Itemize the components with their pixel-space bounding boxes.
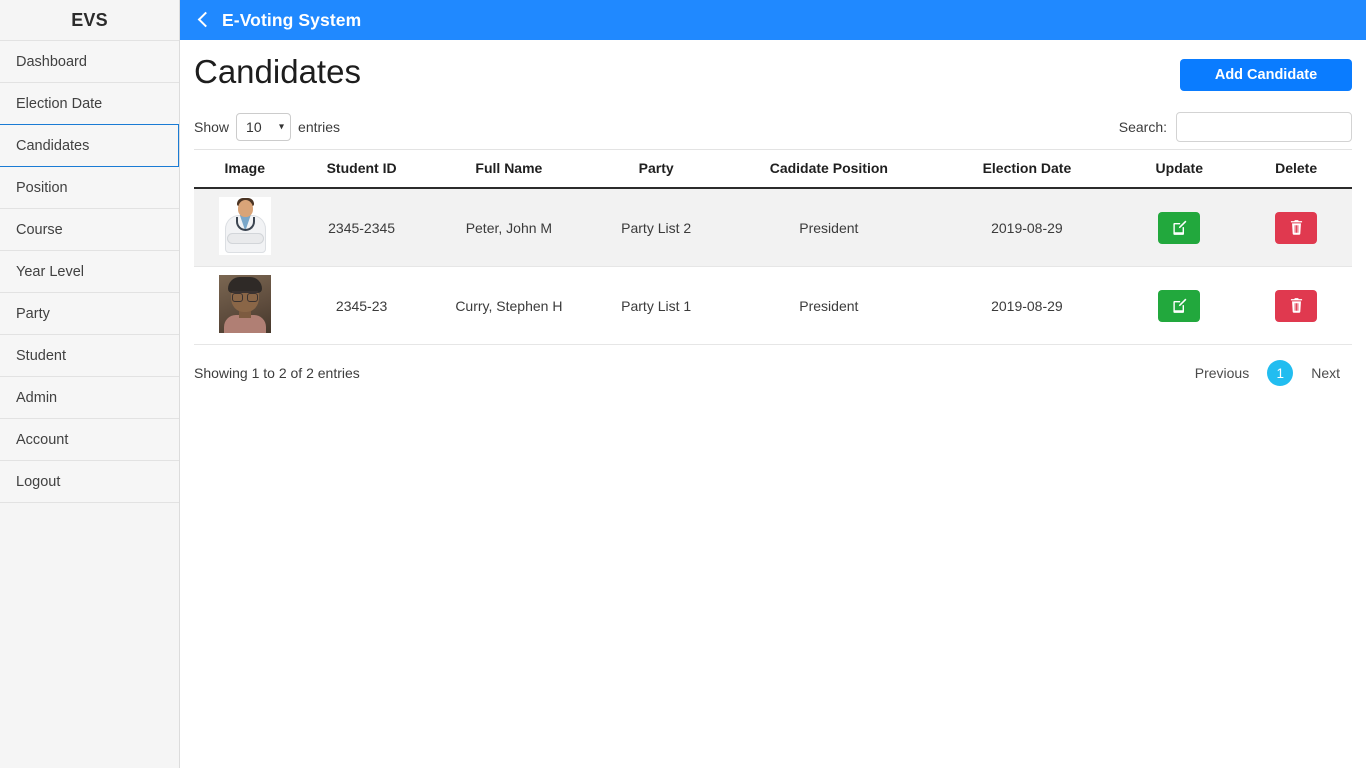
add-candidate-button[interactable]: Add Candidate bbox=[1180, 59, 1352, 91]
sidebar-nav: Dashboard Election Date Candidates Position… bbox=[0, 40, 179, 503]
table-controls: Show 102550100 entries Search: bbox=[194, 109, 1352, 145]
cell-delete bbox=[1240, 188, 1352, 267]
trash-icon bbox=[1290, 298, 1303, 313]
table-body: 2345-2345 Peter, John M Party List 2 Presid… bbox=[194, 188, 1352, 345]
sidebar-item-position[interactable]: Position bbox=[0, 166, 179, 209]
table-header-cell[interactable]: Image bbox=[194, 149, 296, 189]
pagination-page-1[interactable]: 1 bbox=[1267, 360, 1294, 386]
cell-party: Party List 1 bbox=[590, 266, 723, 345]
entries-length-control: Show 102550100 entries bbox=[194, 113, 340, 141]
edit-pencil-square-icon bbox=[1172, 298, 1187, 313]
table-header-cell[interactable]: Update bbox=[1118, 149, 1241, 189]
table-header-cell[interactable]: Delete bbox=[1240, 149, 1352, 189]
search-control: Search: bbox=[1119, 112, 1352, 142]
table-row: 2345-23 Curry, Stephen H Party List 1 Presi… bbox=[194, 266, 1352, 345]
sidebar-item-election-date[interactable]: Election Date bbox=[0, 82, 179, 125]
table-header-cell[interactable]: Student ID bbox=[295, 149, 428, 189]
delete-button[interactable] bbox=[1275, 289, 1318, 322]
app-root: EVS Dashboard Election Date Candidates Posi… bbox=[0, 0, 1366, 768]
sidebar-item-label: Student bbox=[16, 347, 66, 364]
pagination-previous[interactable]: Previous bbox=[1183, 360, 1261, 386]
table-header-cell[interactable]: Election Date bbox=[935, 149, 1119, 189]
table-header-cell[interactable]: Full Name bbox=[427, 149, 591, 189]
search-label: Search: bbox=[1118, 119, 1167, 135]
chevron-left-icon[interactable] bbox=[194, 11, 212, 29]
entries-label: entries bbox=[298, 119, 341, 135]
table-header-cell[interactable]: Cadidate Position bbox=[722, 149, 936, 189]
entries-select[interactable]: 102550100 bbox=[236, 113, 292, 141]
topbar-title: E-Voting System bbox=[222, 9, 362, 30]
entries-select-wrapper: 102550100 bbox=[236, 113, 292, 141]
sidebar-item-label: Candidates bbox=[16, 137, 90, 154]
sidebar-item-label: Logout bbox=[16, 473, 61, 490]
cell-delete bbox=[1240, 266, 1352, 345]
cell-image bbox=[194, 266, 296, 345]
cell-position: President bbox=[722, 188, 936, 267]
cell-full-name: Curry, Stephen H bbox=[427, 266, 591, 345]
update-button[interactable] bbox=[1158, 211, 1201, 244]
sidebar-item-dashboard[interactable]: Dashboard bbox=[0, 40, 179, 83]
sidebar-item-label: Dashboard bbox=[16, 53, 87, 70]
sidebar-item-party[interactable]: Party bbox=[0, 292, 179, 335]
sidebar-item-logout[interactable]: Logout bbox=[0, 460, 179, 503]
sidebar-item-admin[interactable]: Admin bbox=[0, 376, 179, 419]
sidebar-item-label: Position bbox=[16, 179, 68, 196]
table-header-cell[interactable]: Party bbox=[590, 149, 723, 189]
table-footer: Showing 1 to 2 of 2 entries Previous 1 N… bbox=[194, 358, 1352, 388]
table-header-row: Image Student ID Full Name Party Cadidate Po… bbox=[194, 149, 1352, 189]
cell-student-id: 2345-2345 bbox=[295, 188, 428, 267]
cell-full-name: Peter, John M bbox=[427, 188, 591, 267]
candidate-photo-doctor bbox=[218, 197, 271, 255]
sidebar-item-label: Course bbox=[16, 221, 63, 238]
sidebar-item-label: Year Level bbox=[16, 263, 84, 280]
sidebar-item-candidates[interactable]: Candidates bbox=[0, 124, 179, 167]
table-info: Showing 1 to 2 of 2 entries bbox=[194, 365, 360, 381]
sidebar-item-label: Account bbox=[16, 431, 69, 448]
table-head: Image Student ID Full Name Party Cadidate Po… bbox=[194, 149, 1352, 189]
pagination-next[interactable]: Next bbox=[1299, 360, 1352, 386]
show-label: Show bbox=[194, 119, 230, 135]
sidebar-item-account[interactable]: Account bbox=[0, 418, 179, 461]
update-button[interactable] bbox=[1158, 289, 1201, 322]
sidebar-item-label: Admin bbox=[16, 389, 58, 406]
cell-position: President bbox=[722, 266, 936, 345]
search-input[interactable] bbox=[1176, 112, 1352, 142]
candidate-photo-elderly-woman bbox=[218, 275, 271, 333]
sidebar-item-label: Party bbox=[16, 305, 50, 322]
table-row: 2345-2345 Peter, John M Party List 2 Presid… bbox=[194, 188, 1352, 267]
delete-button[interactable] bbox=[1275, 211, 1318, 244]
main-content: Candidates Add Candidate Show 102550100 … bbox=[180, 40, 1366, 768]
edit-pencil-square-icon bbox=[1172, 220, 1187, 235]
sidebar-item-label: Election Date bbox=[16, 95, 103, 112]
cell-update bbox=[1118, 188, 1241, 267]
page-header: Candidates Add Candidate bbox=[194, 52, 1352, 98]
sidebar-item-year-level[interactable]: Year Level bbox=[0, 250, 179, 293]
candidates-table: Image Student ID Full Name Party Cadidate Po… bbox=[194, 149, 1352, 345]
topbar: E-Voting System bbox=[180, 0, 1366, 40]
sidebar-item-course[interactable]: Course bbox=[0, 208, 179, 251]
trash-icon bbox=[1290, 220, 1303, 235]
cell-image bbox=[194, 188, 296, 267]
cell-update bbox=[1118, 266, 1241, 345]
page-title: Candidates bbox=[194, 53, 361, 90]
cell-election-date: 2019-08-29 bbox=[935, 188, 1119, 267]
cell-student-id: 2345-23 bbox=[295, 266, 428, 345]
sidebar-item-student[interactable]: Student bbox=[0, 334, 179, 377]
pagination: Previous 1 Next bbox=[1183, 360, 1352, 386]
app-brand: EVS bbox=[71, 9, 108, 30]
cell-party: Party List 2 bbox=[590, 188, 723, 267]
sidebar: EVS Dashboard Election Date Candidates Posi… bbox=[0, 0, 180, 768]
cell-election-date: 2019-08-29 bbox=[935, 266, 1119, 345]
